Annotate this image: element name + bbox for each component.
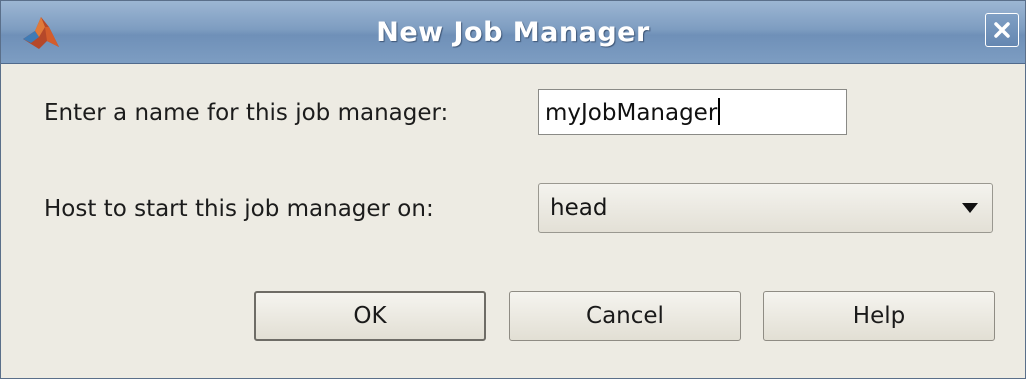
host-select[interactable]: head [538, 183, 993, 233]
job-manager-name-input[interactable]: myJobManager [538, 89, 847, 135]
help-button[interactable]: Help [763, 291, 995, 341]
window-title: New Job Manager [376, 17, 650, 48]
host-select-value: head [550, 195, 608, 221]
job-manager-name-label: Enter a name for this job manager: [44, 100, 449, 126]
title-bar[interactable]: New Job Manager [1, 1, 1025, 64]
close-button[interactable] [985, 13, 1019, 47]
dialog-window: New Job Manager Enter a name for this jo… [0, 0, 1026, 379]
close-icon [994, 22, 1010, 38]
host-label: Host to start this job manager on: [44, 196, 434, 222]
text-caret [718, 98, 721, 125]
triangle-down-icon [962, 203, 978, 213]
job-manager-name-value: myJobManager [545, 100, 718, 126]
cancel-button[interactable]: Cancel [509, 291, 741, 341]
ok-button[interactable]: OK [254, 291, 486, 341]
